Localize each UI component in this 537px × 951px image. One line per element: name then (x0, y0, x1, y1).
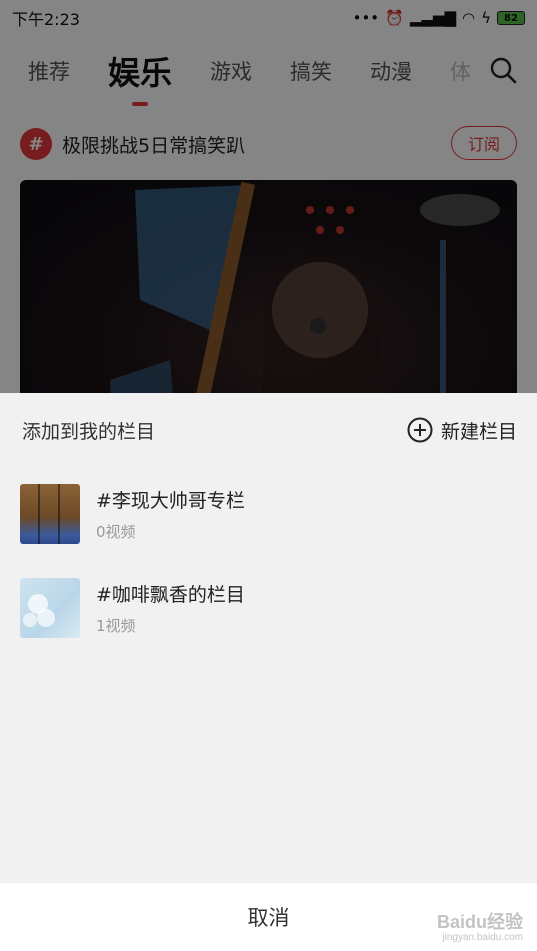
column-item[interactable]: #咖啡飘香的栏目 1视频 (20, 577, 517, 639)
sheet-header: 添加到我的栏目 新建栏目 (0, 393, 537, 467)
new-column-label: 新建栏目 (440, 420, 517, 443)
cancel-label: 取消 (247, 906, 290, 930)
column-video-count: 1视频 (96, 617, 136, 635)
column-name: #咖啡飘香的栏目 (96, 584, 245, 606)
add-circle-icon (407, 417, 433, 443)
column-item[interactable]: #李现大帅哥专栏 0视频 (20, 483, 517, 545)
new-column-button[interactable]: 新建栏目 (407, 417, 517, 444)
cancel-button[interactable]: 取消 Baidu经验 jingyan.baidu.com (0, 883, 537, 951)
watermark: Baidu经验 jingyan.baidu.com (437, 913, 523, 943)
add-to-column-sheet: 添加到我的栏目 新建栏目 #李现大帅哥专栏 0视频 #咖啡飘香的栏目 1视频 取… (0, 393, 537, 951)
column-name: #李现大帅哥专栏 (96, 490, 245, 512)
watermark-text: Baidu经验 (436, 912, 523, 932)
column-video-count: 0视频 (96, 523, 136, 541)
column-thumbnail (20, 578, 80, 638)
column-thumbnail (20, 484, 80, 544)
watermark-subtext: jingyan.baidu.com (442, 932, 523, 943)
flower-image (23, 594, 55, 627)
sheet-title: 添加到我的栏目 (22, 420, 156, 443)
